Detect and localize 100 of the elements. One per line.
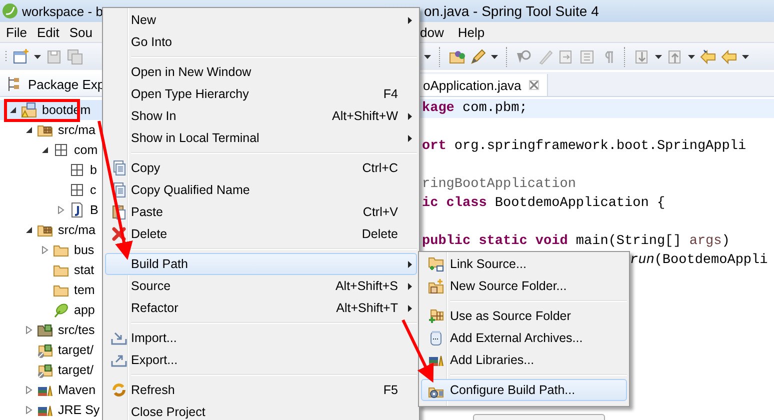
tree-item[interactable]: Maven <box>56 382 98 398</box>
tree-item[interactable]: com <box>72 142 100 158</box>
list-icon[interactable] <box>579 48 595 64</box>
menu-bar-item[interactable]: dow <box>420 24 444 40</box>
package-icon <box>53 142 69 158</box>
menu-item[interactable]: Add External Archives... <box>421 327 627 349</box>
menu-item[interactable]: Link Source... <box>421 253 627 275</box>
refresh-icon <box>110 382 126 398</box>
menu-item[interactable]: Copy Qualified Name <box>105 179 417 201</box>
package-explorer-icon <box>6 76 22 92</box>
shortcut-label: Alt+Shift+S <box>335 279 398 293</box>
collapsed-triangle-icon[interactable] <box>41 246 49 254</box>
menu-item[interactable]: Show In Alt+Shift+W <box>105 105 417 127</box>
leaf-icon <box>53 302 69 318</box>
dropdown-caret-icon <box>424 54 431 58</box>
package-folder-icon <box>37 362 53 378</box>
tree-item[interactable]: target/ <box>56 342 96 358</box>
tree-item[interactable]: c <box>88 182 98 198</box>
back-icon[interactable] <box>721 48 737 64</box>
close-icon[interactable] <box>529 80 540 90</box>
open-folder-icon[interactable] <box>449 48 465 64</box>
editor-tab[interactable]: oApplication.java <box>420 74 548 96</box>
menu-item[interactable]: New <box>105 9 417 31</box>
menu-bar-item[interactable]: Sou <box>69 24 92 40</box>
back-star-icon[interactable] <box>700 48 716 64</box>
menu-bar-item[interactable]: Edit <box>36 24 60 40</box>
collapsed-triangle-icon[interactable] <box>25 406 33 414</box>
java-file-icon <box>69 202 85 218</box>
menu-item[interactable]: Copy Ctrl+C <box>105 157 417 179</box>
shortcut-label: Alt+Shift+W <box>332 109 398 123</box>
menu-item[interactable]: Refresh F5 <box>105 379 417 401</box>
tree-item[interactable]: src/ma <box>56 222 98 238</box>
pencil-icon[interactable] <box>470 48 486 64</box>
expanded-triangle-icon[interactable] <box>25 126 33 134</box>
menu-item[interactable]: Add Libraries... <box>421 349 627 371</box>
submenu-arrow-icon <box>407 16 413 24</box>
code-line: kage com.pbm; <box>422 100 528 118</box>
menu-item[interactable]: Open in New Window <box>105 61 417 83</box>
dropdown-caret-icon <box>688 54 695 58</box>
tree-item[interactable]: stat <box>72 262 96 278</box>
collapsed-triangle-icon[interactable] <box>25 386 33 394</box>
folder-link-icon <box>428 256 444 272</box>
shortcut-label: F5 <box>383 383 398 397</box>
tree-item[interactable]: bus <box>72 242 96 258</box>
shortcut-label: F4 <box>383 87 398 101</box>
menu-item[interactable]: Import... <box>105 327 417 349</box>
tree-item[interactable]: app <box>72 302 97 318</box>
menu-item[interactable]: Delete Delete <box>105 223 417 245</box>
code-line: public static void main(String[] args) <box>422 233 730 251</box>
submenu-arrow-icon <box>407 112 413 120</box>
next-annotation-icon[interactable] <box>634 48 650 64</box>
save-icon[interactable] <box>46 48 62 64</box>
document-icon[interactable] <box>558 48 574 64</box>
code-line: run(BootdemoAppli <box>630 252 768 270</box>
tree-item[interactable]: src/tes <box>56 322 97 338</box>
tree-item[interactable]: tem <box>72 282 97 298</box>
marker-icon[interactable] <box>537 48 553 64</box>
package-folder-icon <box>37 342 53 358</box>
code-line: ort org.springframework.boot.SpringAppli <box>422 138 746 156</box>
submenu-arrow-icon <box>407 260 413 268</box>
expanded-triangle-icon[interactable] <box>25 226 33 234</box>
menu-item[interactable]: Export... <box>105 349 417 371</box>
source-folder-icon <box>428 308 444 324</box>
menu-item[interactable]: Close Project <box>105 401 417 420</box>
menu-item[interactable]: Open Type Hierarchy F4 <box>105 83 417 105</box>
tree-item[interactable]: b <box>88 162 99 178</box>
delete-icon <box>110 226 126 242</box>
menu-item[interactable]: New Source Folder... <box>421 275 627 297</box>
menu-bar-item[interactable]: File <box>6 24 27 40</box>
package-icon <box>69 162 85 178</box>
arrow <box>402 319 434 383</box>
submenu-arrow-icon <box>407 282 413 290</box>
package-folder-icon <box>37 322 53 338</box>
window-title: on.java - Spring Tool Suite 4 <box>424 3 599 19</box>
new-file-icon[interactable] <box>13 48 29 64</box>
menu-item[interactable]: Paste Ctrl+V <box>105 201 417 223</box>
tree-item[interactable]: JRE Sy <box>56 402 102 418</box>
menu-item[interactable]: Go Into <box>105 31 417 53</box>
shortcut-label: Ctrl+V <box>362 205 398 219</box>
tree-item[interactable]: target/ <box>56 362 96 378</box>
menu-bar-item[interactable]: Help <box>458 24 485 40</box>
previous-annotation-icon[interactable] <box>667 48 683 64</box>
shortcut-label: Delete <box>362 227 398 241</box>
menu-item[interactable]: Refactor Alt+Shift+T <box>105 297 417 319</box>
expanded-triangle-icon[interactable] <box>9 106 17 114</box>
package-icon <box>69 182 85 198</box>
menu-item[interactable]: Source Alt+Shift+S <box>105 275 417 297</box>
submenu-arrow-icon <box>407 304 413 312</box>
tree-item[interactable]: B <box>88 202 100 218</box>
code-line: ringBootApplication <box>422 176 576 194</box>
save-all-icon[interactable] <box>67 48 83 64</box>
menu-item[interactable]: Configure Build Path... <box>421 379 627 401</box>
tree-item[interactable]: src/ma <box>56 122 98 138</box>
expanded-triangle-icon[interactable] <box>41 146 49 154</box>
menu-item[interactable]: Use as Source Folder <box>421 305 627 327</box>
collapsed-triangle-icon[interactable] <box>57 206 65 214</box>
dropdown-caret-icon <box>34 54 41 58</box>
menu-item[interactable]: Build Path <box>105 253 417 275</box>
collapsed-triangle-icon[interactable] <box>25 326 33 334</box>
menu-item[interactable]: Show in Local Terminal <box>105 127 417 149</box>
